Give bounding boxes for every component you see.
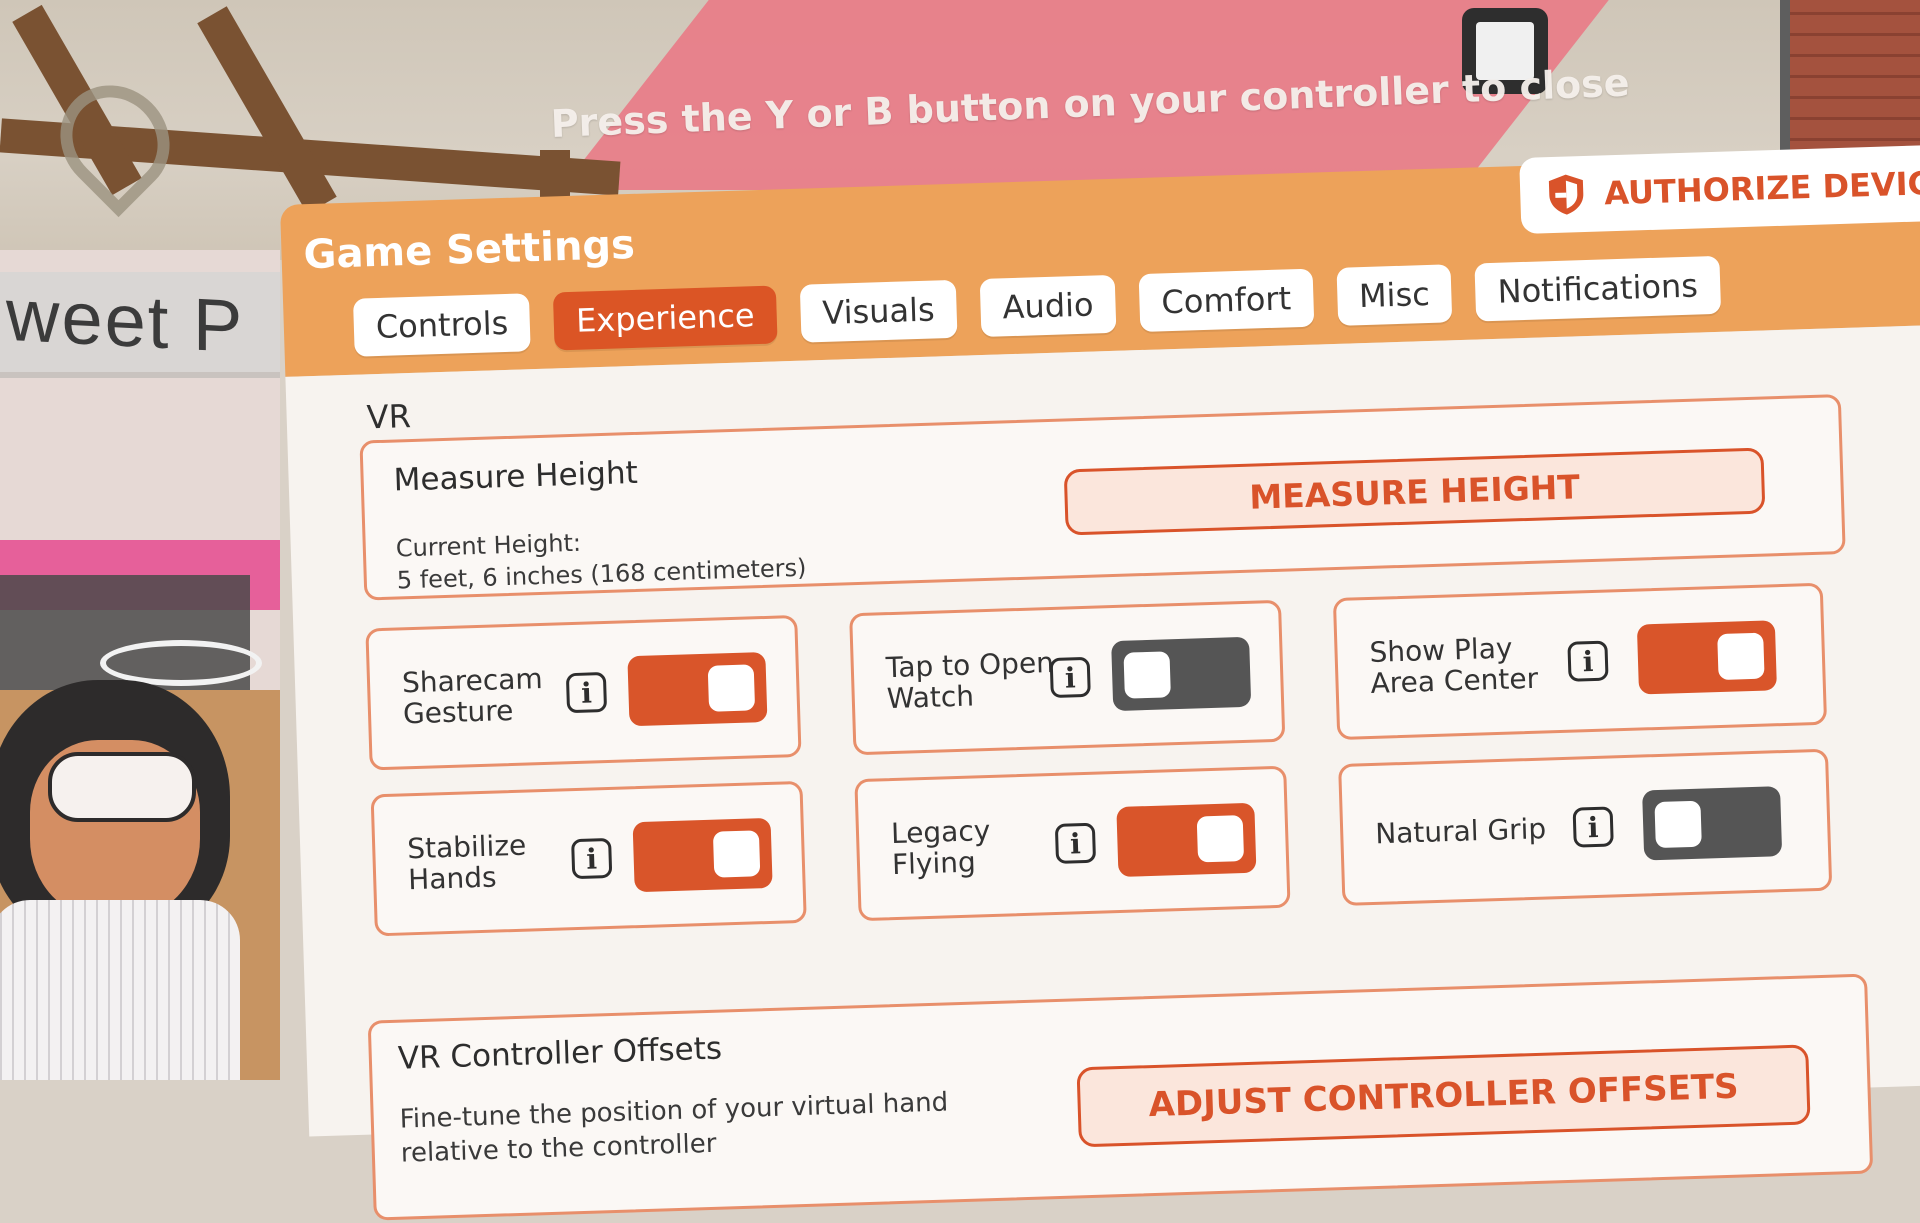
toggle-knob bbox=[1654, 800, 1702, 849]
stabilize-hands-toggle[interactable] bbox=[632, 817, 773, 893]
toggle-knob bbox=[1196, 815, 1245, 863]
tab-misc[interactable]: Misc bbox=[1336, 264, 1453, 326]
authorize-device-label: AUTHORIZE DEVICE bbox=[1603, 163, 1920, 213]
game-settings-panel: Game Settings AUTHORIZE DEVICE Controls … bbox=[280, 143, 1920, 1221]
toggle-card-legacy-flying: Legacy Flying i bbox=[854, 765, 1291, 922]
toggle-card-sharecam-gesture: Sharecam Gesture i bbox=[365, 614, 802, 771]
vr-controller-offsets-description: Fine-tune the position of your virtual h… bbox=[399, 1087, 949, 1169]
toggle-knob bbox=[712, 830, 761, 878]
measure-height-button[interactable]: MEASURE HEIGHT bbox=[1063, 447, 1766, 536]
toggle-knob bbox=[707, 664, 756, 712]
info-icon[interactable]: i bbox=[1567, 640, 1609, 682]
measure-height-title: Measure Height bbox=[393, 454, 639, 499]
toggle-label: Stabilize Hands bbox=[406, 828, 527, 897]
current-height-label: Current Height: bbox=[395, 528, 582, 563]
sharecam-gesture-toggle[interactable] bbox=[627, 651, 768, 727]
toggle-knob bbox=[1717, 632, 1765, 681]
toggle-knob bbox=[1123, 651, 1171, 699]
toggle-card-show-play-area-center: Show Play Area Center i bbox=[1332, 582, 1828, 741]
natural-grip-toggle[interactable] bbox=[1642, 786, 1783, 861]
avatar-body bbox=[0, 900, 240, 1080]
authorize-device-button[interactable]: AUTHORIZE DEVICE bbox=[1519, 143, 1920, 235]
panel-title: Game Settings bbox=[302, 221, 636, 279]
tab-comfort[interactable]: Comfort bbox=[1138, 268, 1314, 333]
measure-height-card: Measure Height Current Height: 5 feet, 6… bbox=[359, 394, 1846, 601]
toggle-label: Legacy Flying bbox=[890, 814, 991, 882]
toggle-label: Tap to Open Watch bbox=[885, 645, 1055, 716]
info-icon[interactable]: i bbox=[571, 837, 613, 880]
toggle-label: Natural Grip bbox=[1374, 812, 1547, 851]
section-label-vr: VR bbox=[366, 397, 412, 437]
shield-icon bbox=[1548, 174, 1584, 215]
info-icon[interactable]: i bbox=[1054, 822, 1097, 864]
toggle-label: Sharecam Gesture bbox=[401, 661, 544, 731]
legacy-flying-toggle[interactable] bbox=[1116, 802, 1257, 877]
store-sign-text: weet P bbox=[6, 272, 245, 369]
vr-controller-offsets-title: VR Controller Offsets bbox=[397, 1030, 723, 1077]
tab-visuals[interactable]: Visuals bbox=[799, 279, 958, 343]
tab-controls[interactable]: Controls bbox=[352, 293, 532, 357]
tab-audio[interactable]: Audio bbox=[979, 274, 1117, 338]
tab-experience[interactable]: Experience bbox=[553, 285, 778, 351]
toggle-card-tap-to-open-watch: Tap to Open Watch i bbox=[849, 599, 1286, 756]
toggle-label: Show Play Area Center bbox=[1369, 631, 1539, 700]
info-icon[interactable]: i bbox=[1572, 806, 1614, 848]
info-icon[interactable]: i bbox=[565, 671, 608, 714]
show-play-area-center-toggle[interactable] bbox=[1636, 620, 1777, 695]
toggle-card-stabilize-hands: Stabilize Hands i bbox=[370, 780, 807, 937]
tab-notifications[interactable]: Notifications bbox=[1474, 255, 1721, 322]
avatar-mask bbox=[48, 752, 196, 822]
toggle-card-natural-grip: Natural Grip i bbox=[1338, 748, 1833, 906]
store-sign: weet P bbox=[0, 272, 280, 378]
tap-to-open-watch-toggle[interactable] bbox=[1111, 636, 1252, 712]
panel-body: VR Measure Height Current Height: 5 feet… bbox=[285, 324, 1920, 1221]
adjust-controller-offsets-button[interactable]: ADJUST CONTROLLER OFFSETS bbox=[1076, 1044, 1811, 1148]
info-icon[interactable]: i bbox=[1049, 656, 1091, 699]
vr-controller-offsets-card: VR Controller Offsets Fine-tune the posi… bbox=[367, 973, 1874, 1221]
